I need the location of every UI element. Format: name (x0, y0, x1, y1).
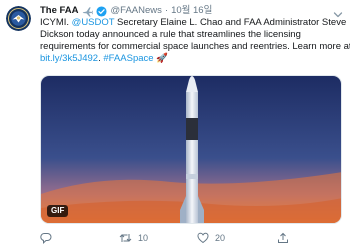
rocket-emoji: 🚀 (156, 53, 169, 64)
tweet-text-line: ICYMI. @USDOT Secretary Elaine L. Chao a… (40, 17, 347, 29)
retweet-count: 10 (138, 233, 149, 243)
tweet-text-prefix: ICYMI. (40, 17, 72, 28)
author-name[interactable]: The FAA (40, 5, 79, 17)
author-handle[interactable]: @FAANews (111, 5, 162, 17)
verified-badge-icon (95, 5, 107, 17)
like-count: 20 (215, 233, 226, 243)
faa-seal-avatar[interactable] (6, 6, 31, 31)
gif-media[interactable]: GIF (40, 75, 342, 224)
tweet-text: ICYMI. @USDOT Secretary Elaine L. Chao a… (40, 17, 350, 65)
retweet-icon (119, 232, 132, 244)
airplane-emoji-icon (82, 6, 93, 17)
share-icon (277, 232, 289, 244)
share-button[interactable] (277, 232, 289, 244)
reply-button[interactable] (40, 232, 58, 244)
tweet-header: The FAA @FAANews · 10월 16일 (40, 4, 212, 18)
tweet-text-line: requirements for commercial space launch… (40, 41, 350, 52)
reply-icon (40, 232, 52, 244)
like-button[interactable]: 20 (197, 232, 225, 244)
tweet-actions: 10 20 (40, 232, 340, 244)
tweet-text-segment: Secretary Elaine L. Chao and FAA Adminis… (114, 17, 347, 28)
retweet-button[interactable]: 10 (119, 232, 148, 244)
gif-badge: GIF (47, 205, 69, 217)
tweet-text-line: bit.ly/3k5J492. #FAASpace 🚀 (40, 53, 169, 64)
url-link[interactable]: bit.ly/3k5J492 (40, 53, 98, 64)
mention-link[interactable]: @USDOT (72, 17, 115, 28)
tweet-text-line: Dickson today announced a rule that stre… (40, 29, 301, 40)
separator-dot: · (164, 5, 169, 16)
tweet-date[interactable]: 10월 16일 (171, 5, 212, 17)
tweet-card[interactable]: The FAA @FAANews · 10월 16일 ICYMI. @USDOT… (0, 0, 350, 249)
heart-icon (197, 232, 209, 244)
hashtag-link[interactable]: #FAASpace (103, 53, 153, 64)
